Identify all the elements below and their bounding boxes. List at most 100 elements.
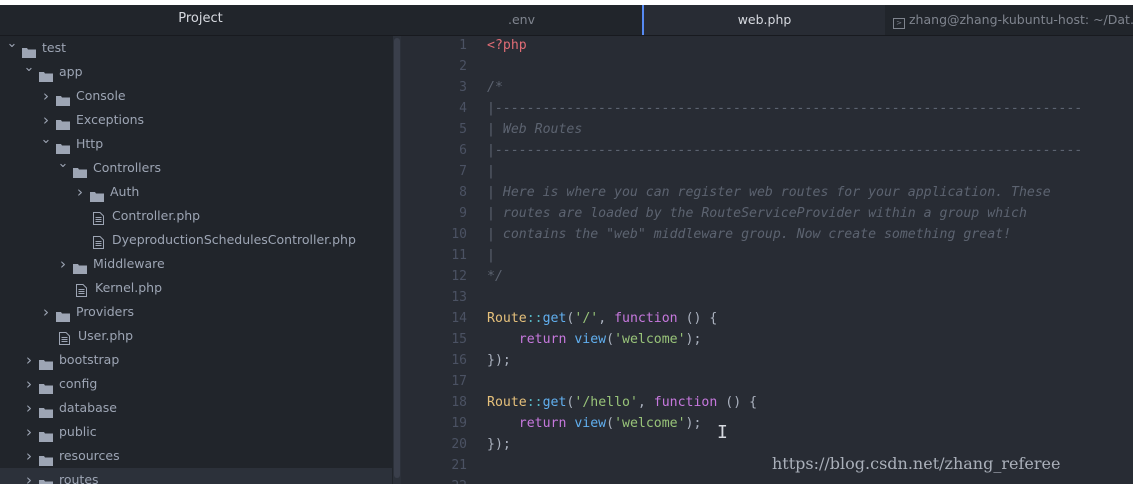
chevron-right-icon[interactable]: › <box>23 420 35 444</box>
tree-folder-row[interactable]: ⌄ test <box>0 36 392 60</box>
folder-icon <box>39 474 53 484</box>
code-line[interactable]: return view('welcome'); <box>487 329 702 350</box>
tree-folder-row[interactable]: › Middleware <box>0 252 392 276</box>
tree-folder-row[interactable]: › public <box>0 420 392 444</box>
tab-env[interactable]: .env <box>401 5 642 35</box>
chevron-right-icon[interactable]: › <box>74 180 86 204</box>
code-token: view <box>574 332 607 347</box>
code-line[interactable]: /* <box>487 77 503 98</box>
line-number: 21 <box>451 458 467 473</box>
chevron-right-icon[interactable]: › <box>57 252 69 276</box>
code-token: , <box>598 311 615 326</box>
code-line[interactable]: | <box>487 245 495 266</box>
line-number: 3 <box>459 80 467 95</box>
code-token: | <box>487 164 495 179</box>
chevron-right-icon[interactable]: › <box>23 444 35 468</box>
code-token: Route <box>487 311 527 326</box>
chevron-down-icon[interactable]: ⌄ <box>40 128 52 152</box>
code-editor[interactable]: 12345678910111213141516171819202122 <?ph… <box>401 36 1133 484</box>
line-number: 12 <box>451 269 467 284</box>
tree-scrollbar[interactable] <box>393 36 401 484</box>
code-line[interactable]: }); <box>487 350 511 371</box>
tree-folder-row[interactable]: ⌄ app <box>0 60 392 84</box>
code-line[interactable]: | contains the "web" middleware group. N… <box>487 224 1011 245</box>
code-token: :: <box>526 395 543 410</box>
code-token: 'welcome' <box>614 332 686 347</box>
code-token: function <box>614 311 678 326</box>
chevron-right-icon[interactable]: › <box>23 396 35 420</box>
code-token: get <box>542 395 567 410</box>
line-number: 9 <box>459 206 467 221</box>
tree-scrollbar-thumb[interactable] <box>394 38 400 478</box>
tree-folder-row[interactable]: ⌄ Controllers <box>0 156 392 180</box>
tree-item-label: Providers <box>76 304 134 319</box>
code-token: }); <box>487 353 511 368</box>
tab-bar: .env web.php > zhang@zhang-kubuntu-host: … <box>401 5 1133 36</box>
code-line[interactable]: Route::get('/hello', function () { <box>487 392 757 413</box>
tree-file-row[interactable]: Kernel.php <box>0 276 392 300</box>
code-token: <?php <box>487 38 527 53</box>
chevron-right-icon[interactable]: › <box>40 84 52 108</box>
code-area[interactable]: <?php /* |--------------------------------… <box>487 36 1133 484</box>
code-line[interactable]: |---------------------------------------… <box>487 140 1082 161</box>
code-line[interactable]: Route::get('/', function () { <box>487 308 717 329</box>
line-number: 5 <box>459 122 467 137</box>
code-token: :: <box>526 311 543 326</box>
tree-folder-row[interactable]: › Console <box>0 84 392 108</box>
chevron-right-icon[interactable]: › <box>23 348 35 372</box>
project-tree-panel: Project ⌄ test ⌄ app › Console › Exceptions ⌄ Htt… <box>0 5 401 484</box>
tree-item-label: app <box>59 64 83 79</box>
tab-terminal-label: zhang@zhang-kubuntu-host: ~/Dat... <box>909 12 1133 27</box>
code-line[interactable]: |---------------------------------------… <box>487 98 1082 119</box>
line-number: 22 <box>401 476 467 484</box>
tree-folder-row[interactable]: › config <box>0 372 392 396</box>
code-line[interactable]: | routes are loaded by the RouteServiceP… <box>487 203 1027 224</box>
code-token: get <box>542 311 567 326</box>
line-number: 17 <box>451 374 467 389</box>
tab-terminal[interactable]: > zhang@zhang-kubuntu-host: ~/Dat... <box>885 5 1133 35</box>
tree-file-row[interactable]: Controller.php <box>0 204 392 228</box>
chevron-down-icon[interactable]: ⌄ <box>6 36 18 56</box>
code-token: , <box>637 395 654 410</box>
code-token: ); <box>685 332 702 347</box>
tree-folder-row[interactable]: › Exceptions <box>0 108 392 132</box>
line-number: 14 <box>451 311 467 326</box>
tree-list: ⌄ test ⌄ app › Console › Exceptions ⌄ Http ⌄ Contro… <box>0 36 392 484</box>
tree-folder-row[interactable]: › routes <box>0 468 392 484</box>
code-line[interactable]: }); <box>487 434 511 455</box>
terminal-icon: > <box>893 18 905 29</box>
code-line[interactable]: | <box>487 161 495 182</box>
code-token: Route <box>487 395 527 410</box>
tree-folder-row[interactable]: › resources <box>0 444 392 468</box>
tree-file-row[interactable]: User.php <box>0 324 392 348</box>
code-line[interactable]: return view('welcome'); <box>487 413 702 434</box>
code-token: | Web Routes <box>487 122 583 137</box>
code-token: () { <box>677 311 718 326</box>
tree-item-label: public <box>59 424 97 439</box>
watermark-text: https://blog.csdn.net/zhang_referee <box>772 454 1061 473</box>
line-number: 7 <box>459 164 467 179</box>
tree-folder-row[interactable]: › Auth <box>0 180 392 204</box>
tree-folder-row[interactable]: › database <box>0 396 392 420</box>
tree-folder-row[interactable]: › Providers <box>0 300 392 324</box>
tree-panel-title[interactable]: Project <box>0 5 401 36</box>
code-token: return <box>518 416 567 431</box>
chevron-down-icon[interactable]: ⌄ <box>23 56 35 80</box>
line-number: 16 <box>451 353 467 368</box>
chevron-right-icon[interactable]: › <box>23 468 35 484</box>
chevron-right-icon[interactable]: › <box>23 372 35 396</box>
chevron-down-icon[interactable]: ⌄ <box>57 152 69 176</box>
code-line[interactable]: | Web Routes <box>487 119 582 140</box>
line-number: 20 <box>451 437 467 452</box>
tree-file-row[interactable]: DyeproductionSchedulesController.php <box>0 228 392 252</box>
tree-folder-row[interactable]: › bootstrap <box>0 348 392 372</box>
tab-web-php[interactable]: web.php <box>642 5 885 35</box>
code-line[interactable]: */ <box>487 266 503 287</box>
code-line[interactable]: <?php <box>487 36 527 56</box>
code-token: | <box>487 248 495 263</box>
code-line[interactable]: | Here is where you can register web rou… <box>487 182 1051 203</box>
line-number: 6 <box>459 143 467 158</box>
chevron-right-icon[interactable]: › <box>40 300 52 324</box>
code-token: view <box>574 416 607 431</box>
